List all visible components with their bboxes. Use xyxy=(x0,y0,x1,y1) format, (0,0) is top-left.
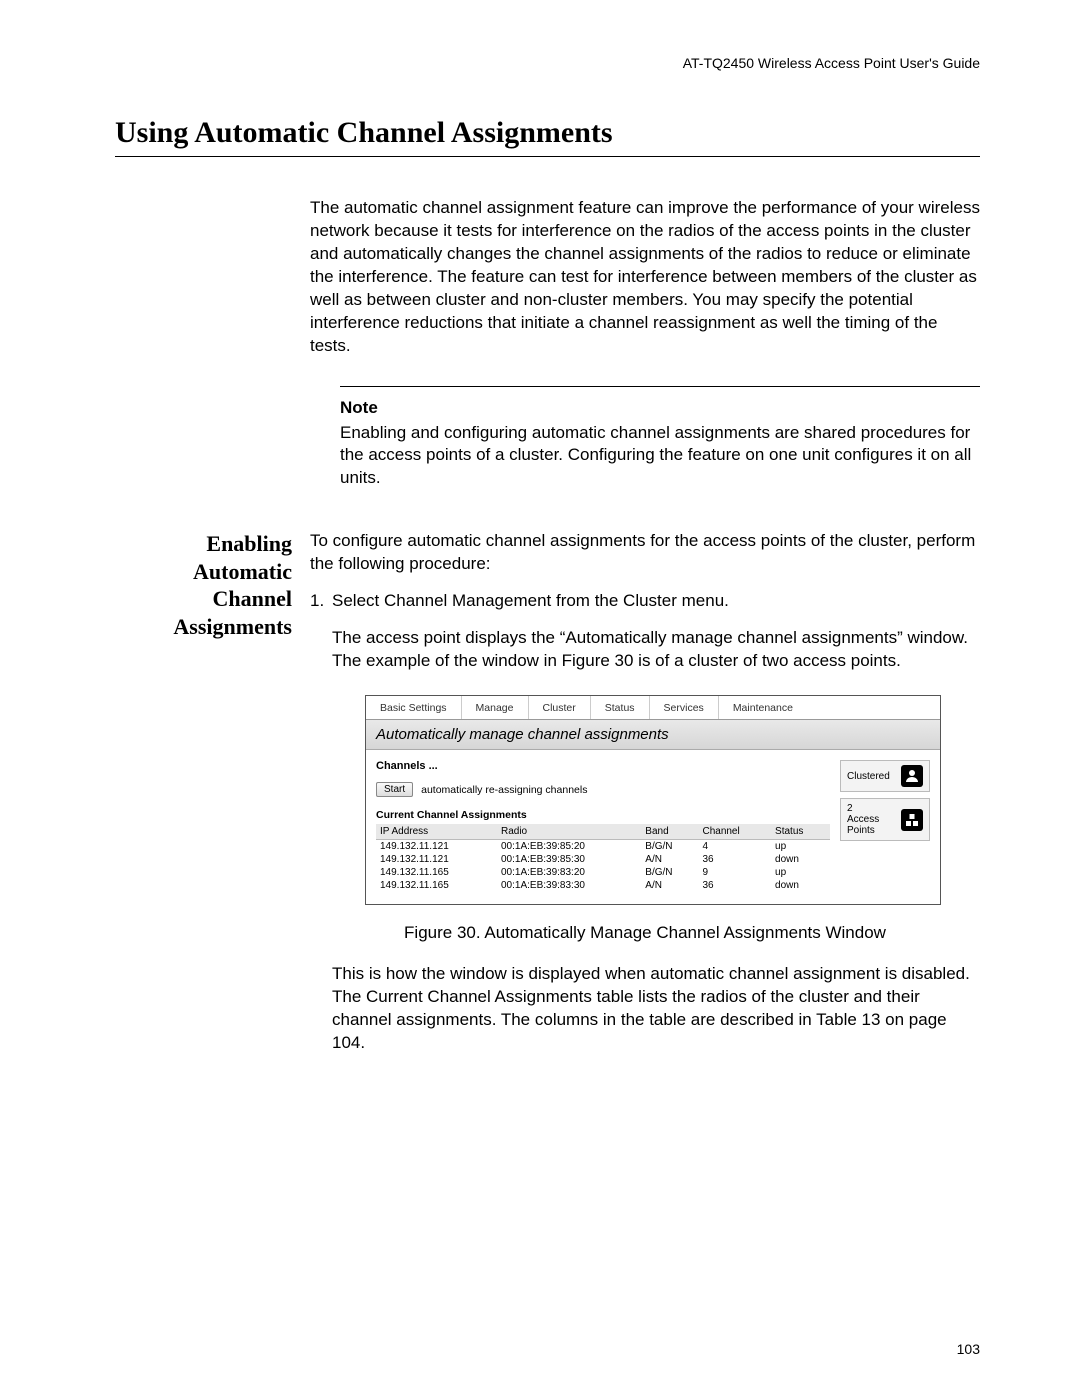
intro-paragraph: The automatic channel assignment feature… xyxy=(310,197,980,358)
cell-status: down xyxy=(771,853,830,866)
page: AT-TQ2450 Wireless Access Point User's G… xyxy=(0,0,1080,1397)
cell-ip: 149.132.11.121 xyxy=(376,853,497,866)
cell-ip: 149.132.11.165 xyxy=(376,866,497,879)
access-points-status-box: 2 Access Points xyxy=(840,798,930,841)
step-1-detail: The access point displays the “Automatic… xyxy=(332,627,980,673)
cell-band: A/N xyxy=(641,879,698,892)
table-row: 149.132.11.121 00:1A:EB:39:85:20 B/G/N 4… xyxy=(376,840,830,854)
procedure-body: To configure automatic channel assignmen… xyxy=(310,530,980,673)
note-box: Note Enabling and configuring automatic … xyxy=(340,386,980,491)
cell-status: up xyxy=(771,866,830,879)
app-window: Basic Settings Manage Cluster Status Ser… xyxy=(365,695,941,905)
start-row: Start automatically re-assigning channel… xyxy=(376,782,830,797)
col-channel: Channel xyxy=(698,824,771,840)
tab-basic-settings[interactable]: Basic Settings xyxy=(366,696,462,719)
cell-ip: 149.132.11.121 xyxy=(376,840,497,854)
panel-right: Clustered 2 Access Points xyxy=(840,760,930,892)
cell-band: B/G/N xyxy=(641,866,698,879)
panel-left: Channels ... Start automatically re-assi… xyxy=(376,760,840,892)
table-row: 149.132.11.165 00:1A:EB:39:83:20 B/G/N 9… xyxy=(376,866,830,879)
table-header-row: IP Address Radio Band Channel Status xyxy=(376,824,830,840)
step-1: 1.Select Channel Management from the Clu… xyxy=(310,590,980,613)
figure-30: Basic Settings Manage Cluster Status Ser… xyxy=(365,695,980,905)
clustered-status-box: Clustered xyxy=(840,760,930,792)
tab-bar: Basic Settings Manage Cluster Status Ser… xyxy=(366,696,940,720)
tab-manage[interactable]: Manage xyxy=(462,696,529,719)
table-row: 149.132.11.165 00:1A:EB:39:83:30 A/N 36 … xyxy=(376,879,830,892)
col-ip: IP Address xyxy=(376,824,497,840)
col-band: Band xyxy=(641,824,698,840)
panel-body: Channels ... Start automatically re-assi… xyxy=(366,750,940,904)
cell-ip: 149.132.11.165 xyxy=(376,879,497,892)
side-heading: Enabling Automatic Channel Assignments xyxy=(115,530,310,640)
start-label: automatically re-assigning channels xyxy=(421,784,587,796)
cell-radio: 00:1A:EB:39:83:30 xyxy=(497,879,641,892)
post-figure-paragraph: This is how the window is displayed when… xyxy=(332,963,980,1055)
tab-cluster[interactable]: Cluster xyxy=(529,696,591,719)
figure-caption: Figure 30. Automatically Manage Channel … xyxy=(310,923,980,943)
clustered-label: Clustered xyxy=(847,771,894,782)
step-1-text: Select Channel Management from the Clust… xyxy=(332,591,729,610)
tab-services[interactable]: Services xyxy=(650,696,719,719)
access-points-label: 2 Access Points xyxy=(847,803,901,836)
start-button[interactable]: Start xyxy=(376,782,413,797)
tab-maintenance[interactable]: Maintenance xyxy=(719,696,807,719)
cell-band: B/G/N xyxy=(641,840,698,854)
col-status: Status xyxy=(771,824,830,840)
running-header: AT-TQ2450 Wireless Access Point User's G… xyxy=(115,55,980,71)
panel-title: Automatically manage channel assignments xyxy=(366,720,940,750)
access-points-text: Access Points xyxy=(847,814,879,836)
cell-status: down xyxy=(771,879,830,892)
note-text: Enabling and configuring automatic chann… xyxy=(340,422,980,491)
assignments-subheading: Current Channel Assignments xyxy=(376,809,830,821)
access-points-count: 2 xyxy=(847,803,853,814)
cell-radio: 00:1A:EB:39:85:30 xyxy=(497,853,641,866)
tab-status[interactable]: Status xyxy=(591,696,650,719)
cell-channel: 36 xyxy=(698,853,771,866)
cell-radio: 00:1A:EB:39:83:20 xyxy=(497,866,641,879)
cell-radio: 00:1A:EB:39:85:20 xyxy=(497,840,641,854)
step-number: 1. xyxy=(310,590,332,613)
page-number: 103 xyxy=(957,1341,980,1357)
col-radio: Radio xyxy=(497,824,641,840)
cell-channel: 9 xyxy=(698,866,771,879)
cell-band: A/N xyxy=(641,853,698,866)
cell-channel: 36 xyxy=(698,879,771,892)
section-title: Using Automatic Channel Assignments xyxy=(115,116,980,157)
access-points-icon xyxy=(901,809,923,831)
note-label: Note xyxy=(340,397,980,420)
cluster-icon xyxy=(901,765,923,787)
procedure-intro: To configure automatic channel assignmen… xyxy=(310,530,980,576)
assignments-table: IP Address Radio Band Channel Status 149… xyxy=(376,824,830,892)
table-row: 149.132.11.121 00:1A:EB:39:85:30 A/N 36 … xyxy=(376,853,830,866)
procedure-block: Enabling Automatic Channel Assignments T… xyxy=(115,530,980,673)
channels-heading: Channels ... xyxy=(376,760,830,772)
cell-channel: 4 xyxy=(698,840,771,854)
cell-status: up xyxy=(771,840,830,854)
